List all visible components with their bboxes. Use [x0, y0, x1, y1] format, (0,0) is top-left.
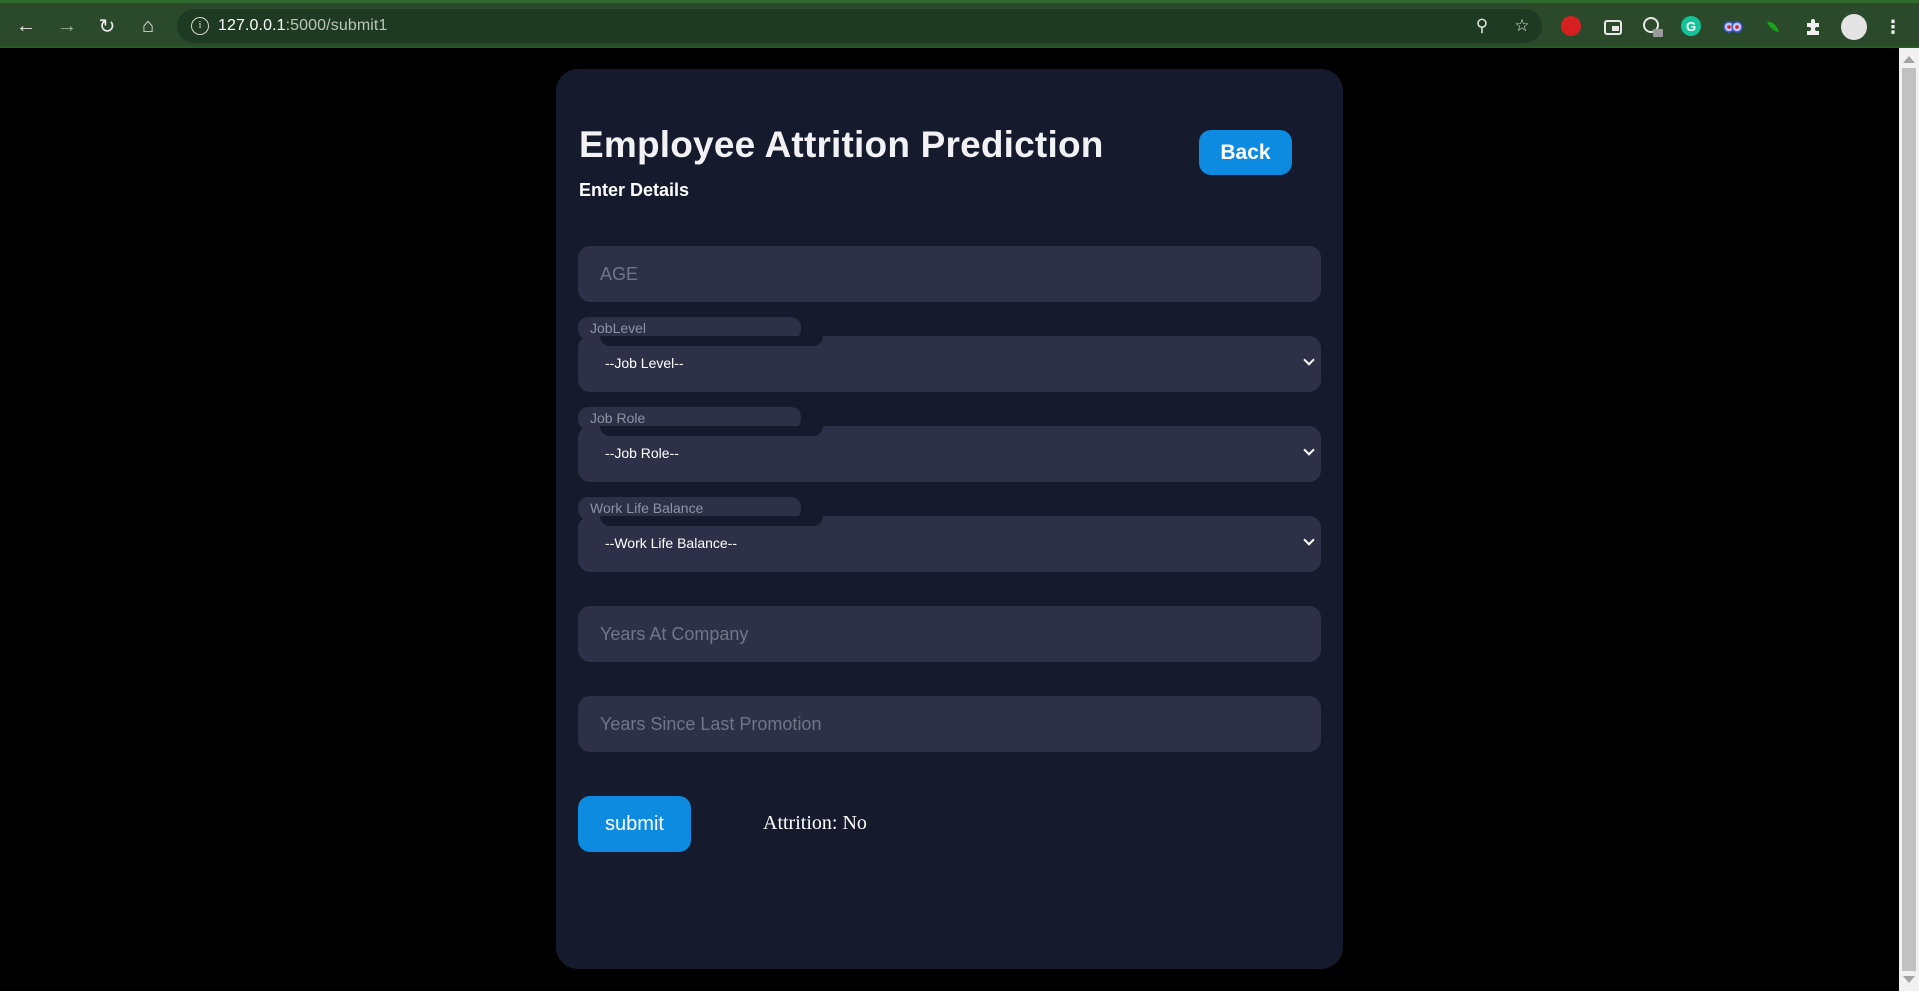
wlb-label: Work Life Balance: [590, 500, 704, 516]
job-level-select[interactable]: --Job Level--: [578, 336, 1321, 392]
back-arrow-icon[interactable]: ←: [12, 12, 40, 40]
label-tab-notch: [600, 426, 823, 436]
prediction-form-card: Employee Attrition Prediction Enter Deta…: [556, 69, 1343, 969]
extension-icon[interactable]: [1641, 15, 1665, 39]
years-at-company-input[interactable]: [578, 606, 1321, 662]
reload-icon[interactable]: ↻: [93, 12, 121, 40]
label-tab-notch: [600, 336, 823, 346]
bookmark-star-icon[interactable]: ☆: [1512, 16, 1532, 36]
url-host: 127.0.0.1: [218, 17, 286, 34]
age-input[interactable]: [578, 246, 1321, 302]
page-scrollbar[interactable]: [1899, 48, 1919, 991]
url-path: :5000/submit1: [285, 17, 388, 34]
page-title: Employee Attrition Prediction: [579, 124, 1104, 165]
eyes-extension-icon[interactable]: [1721, 15, 1745, 39]
scroll-up-arrow-icon[interactable]: [1903, 56, 1915, 63]
attrition-result: Attrition: No: [763, 812, 867, 834]
grammarly-icon[interactable]: G: [1681, 16, 1701, 36]
chevron-down-icon: [1303, 444, 1315, 456]
browser-toolbar: ← → ↻ ⌂ i 127.0.0.1:5000/submit1 ⚲ ☆ G ⋮: [0, 0, 1919, 48]
years-at-company-field[interactable]: [578, 606, 1321, 662]
job-role-selected: --Job Role--: [605, 445, 679, 461]
adblock-extension-icon[interactable]: [1561, 16, 1581, 36]
zoom-icon[interactable]: ⚲: [1472, 16, 1492, 36]
profile-avatar-icon[interactable]: [1841, 14, 1867, 40]
extensions-puzzle-icon[interactable]: [1801, 15, 1825, 39]
site-info-icon[interactable]: i: [191, 17, 209, 35]
chevron-down-icon: [1303, 354, 1315, 366]
scroll-down-arrow-icon[interactable]: [1903, 976, 1915, 983]
job-role-select[interactable]: --Job Role--: [578, 426, 1321, 482]
home-icon[interactable]: ⌂: [134, 12, 162, 40]
picture-in-picture-icon[interactable]: [1601, 15, 1625, 39]
form-subtitle: Enter Details: [579, 180, 690, 200]
menu-kebab-icon[interactable]: ⋮: [1881, 15, 1905, 39]
years-since-promotion-input[interactable]: [578, 696, 1321, 752]
job-level-selected: --Job Level--: [605, 355, 684, 371]
scroll-thumb[interactable]: [1902, 68, 1916, 971]
age-field[interactable]: [578, 246, 1321, 302]
years-since-promotion-field[interactable]: [578, 696, 1321, 752]
back-button[interactable]: Back: [1199, 130, 1292, 175]
leaf-extension-icon[interactable]: [1761, 15, 1785, 39]
job-level-label: JobLevel: [590, 320, 647, 336]
url-text: 127.0.0.1:5000/submit1: [218, 17, 387, 35]
submit-button[interactable]: submit: [578, 796, 691, 852]
work-life-balance-select[interactable]: --Work Life Balance--: [578, 516, 1321, 572]
label-tab-notch: [600, 516, 823, 526]
chevron-down-icon: [1303, 534, 1315, 546]
wlb-selected: --Work Life Balance--: [605, 535, 738, 551]
address-bar[interactable]: i 127.0.0.1:5000/submit1 ⚲ ☆: [177, 9, 1542, 43]
forward-arrow-icon[interactable]: →: [53, 12, 81, 40]
job-role-label: Job Role: [590, 410, 646, 426]
